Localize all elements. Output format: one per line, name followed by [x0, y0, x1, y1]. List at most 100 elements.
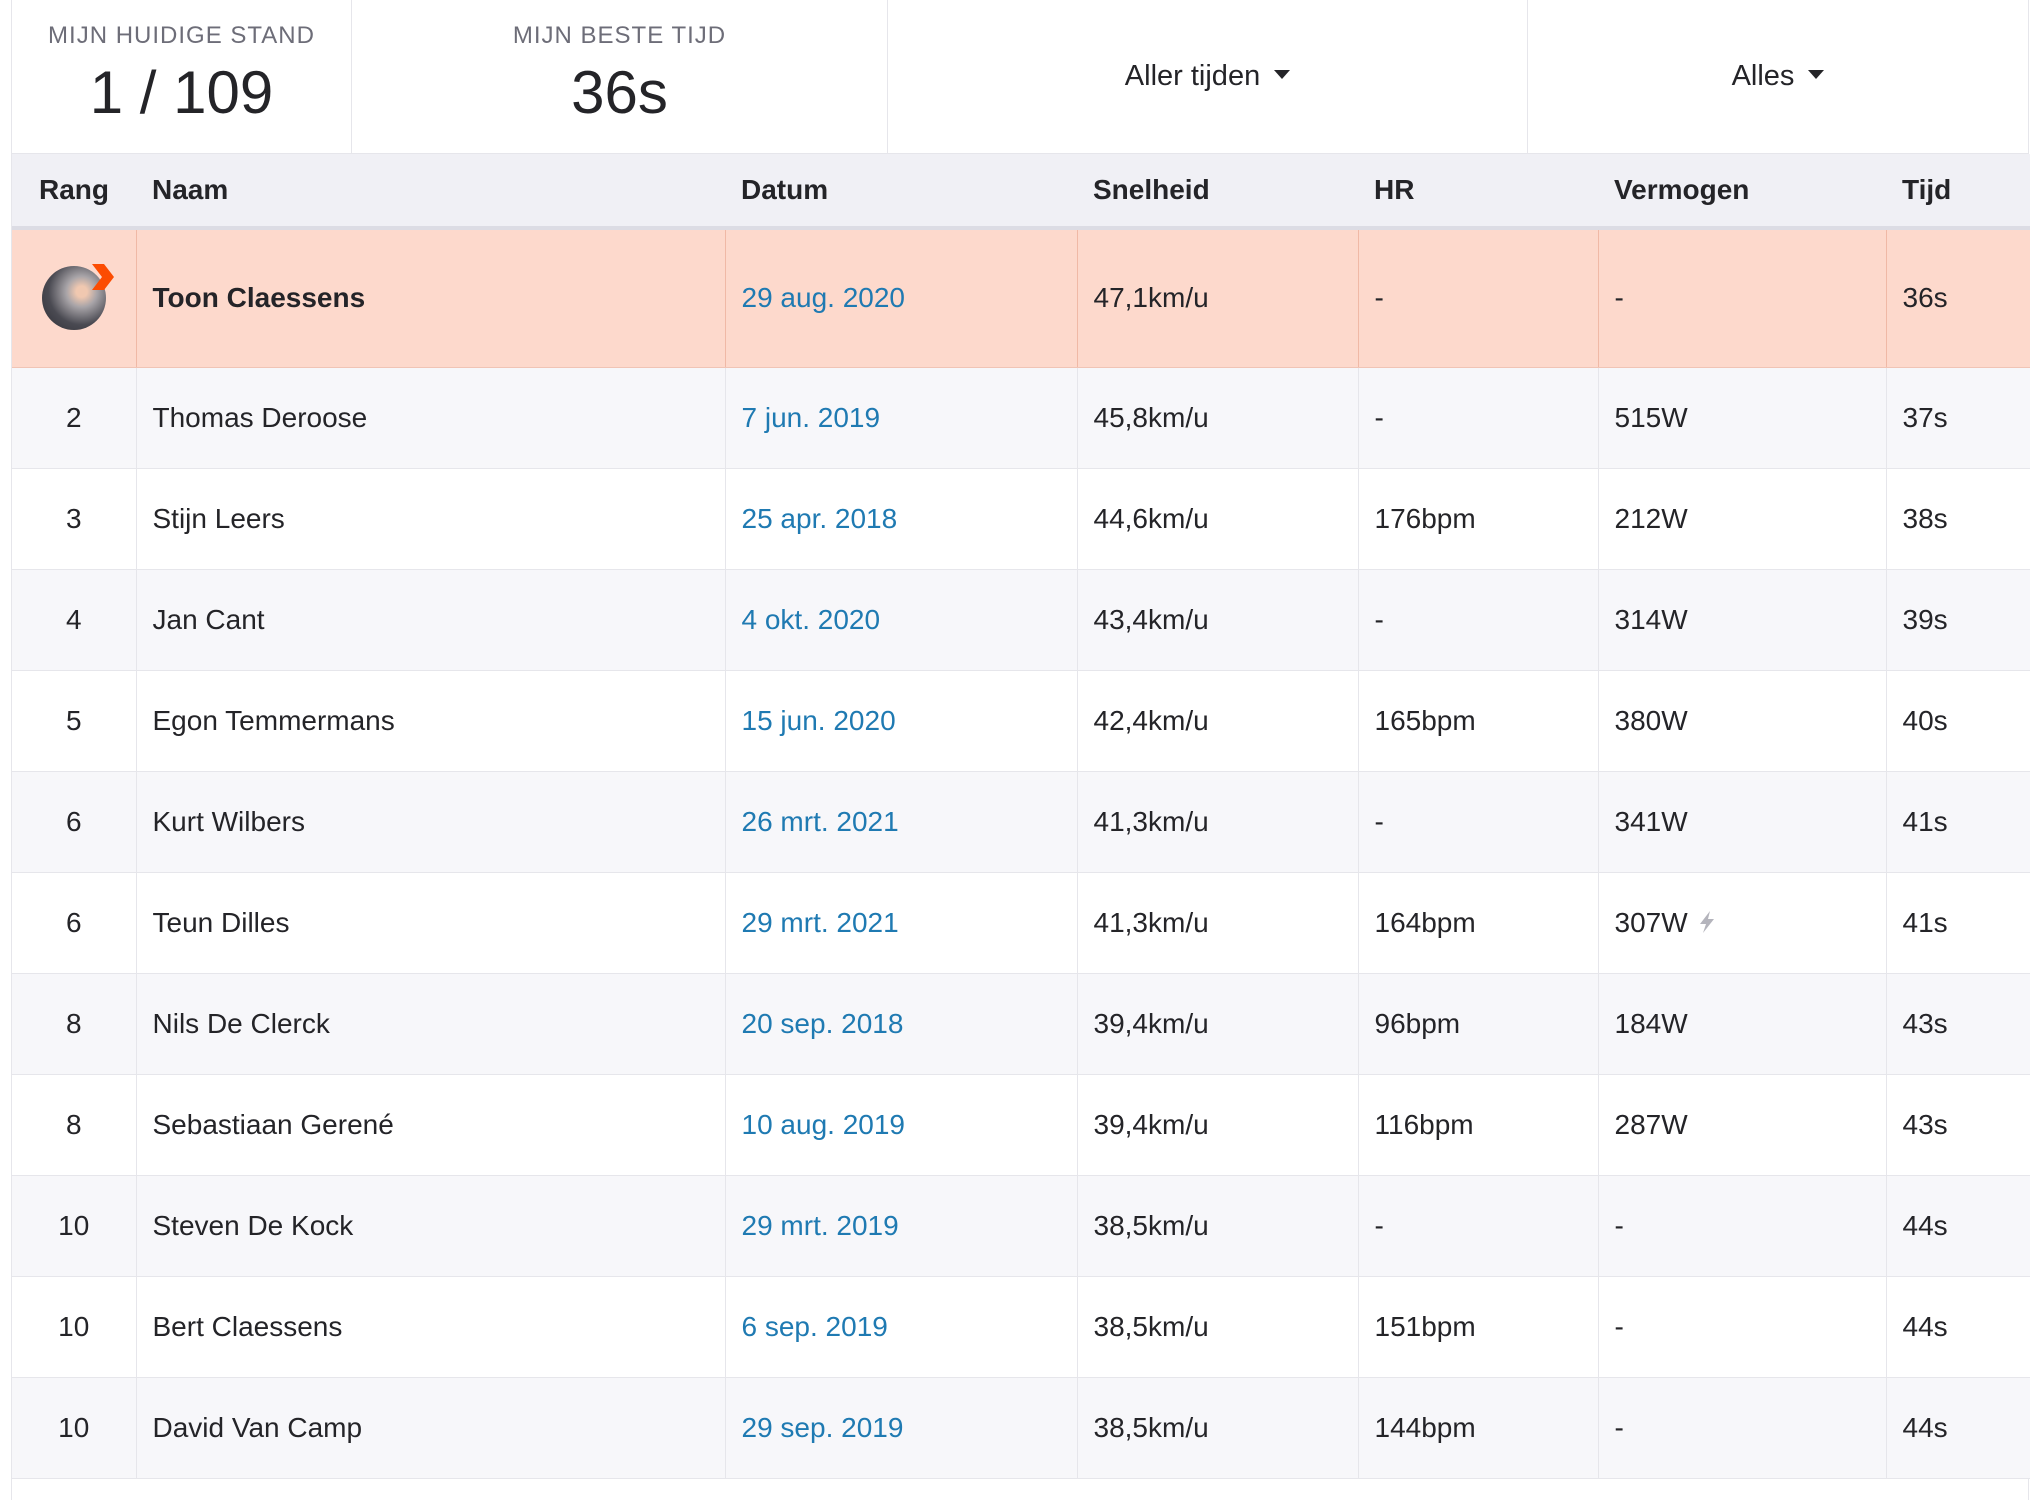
time-cell: 41s: [1885, 771, 2030, 873]
effort-date-link[interactable]: 29 aug. 2020: [742, 282, 906, 313]
column-header-power[interactable]: Vermogen: [1598, 154, 1886, 230]
speed-cell: 38,5km/u: [1076, 1377, 1358, 1479]
effort-date-link[interactable]: 15 jun. 2020: [742, 705, 896, 736]
effort-date-link[interactable]: 29 mrt. 2019: [742, 1210, 899, 1241]
speed-cell: 38,5km/u: [1076, 1276, 1358, 1378]
column-header-date[interactable]: Datum: [725, 154, 1077, 230]
power-cell: 287W: [1597, 1074, 1886, 1176]
effort-date-link[interactable]: 20 sep. 2018: [742, 1008, 904, 1039]
speed-cell: 41,3km/u: [1076, 771, 1358, 873]
effort-date: 10 aug. 2019: [724, 1074, 1077, 1176]
rank-cell: 10: [12, 1175, 136, 1277]
athlete-name[interactable]: David Van Camp: [135, 1377, 725, 1479]
best-time-stat: MIJN BESTE TIJD 36s: [352, 0, 888, 153]
column-header-rank[interactable]: Rang: [12, 154, 136, 230]
column-header-speed[interactable]: Snelheid: [1077, 154, 1358, 230]
athlete-name[interactable]: Sebastiaan Gerené: [135, 1074, 725, 1176]
athlete-name[interactable]: Steven De Kock: [135, 1175, 725, 1277]
time-cell: 37s: [1885, 367, 2030, 469]
hr-cell: -: [1357, 771, 1598, 873]
hr-cell: 144bpm: [1357, 1377, 1598, 1479]
table-row[interactable]: 6 Teun Dilles 29 mrt. 2021 41,3km/u 164b…: [12, 872, 2030, 974]
table-row[interactable]: 10 Bert Claessens 6 sep. 2019 38,5km/u 1…: [12, 1276, 2030, 1378]
effort-date: 25 apr. 2018: [724, 468, 1077, 570]
hr-cell: -: [1357, 228, 1598, 368]
table-header-row: Rang Naam Datum Snelheid HR Vermogen Tij…: [12, 154, 2030, 230]
effort-date: 29 sep. 2019: [724, 1377, 1077, 1479]
speed-cell: 45,8km/u: [1076, 367, 1358, 469]
time-cell: 44s: [1885, 1377, 2030, 1479]
rank-cell: 5: [12, 670, 136, 772]
time-cell: 44s: [1885, 1276, 2030, 1378]
power-cell: -: [1597, 1377, 1886, 1479]
athlete-name[interactable]: Thomas Deroose: [135, 367, 725, 469]
scope-dropdown[interactable]: Alles: [1528, 0, 2028, 153]
column-header-hr[interactable]: HR: [1358, 154, 1598, 230]
leaderboard-table: Rang Naam Datum Snelheid HR Vermogen Tij…: [12, 154, 2030, 1479]
rank-cell: 8: [12, 973, 136, 1075]
effort-date-link[interactable]: 29 mrt. 2021: [742, 907, 899, 938]
athlete-name[interactable]: Bert Claessens: [135, 1276, 725, 1378]
table-row[interactable]: 5 Egon Temmermans 15 jun. 2020 42,4km/u …: [12, 670, 2030, 772]
rank-cell: [12, 228, 136, 368]
power-cell: 515W: [1597, 367, 1886, 469]
stats-bar: MIJN HUIDIGE STAND 1 / 109 MIJN BESTE TI…: [12, 0, 2028, 154]
effort-date-link[interactable]: 6 sep. 2019: [742, 1311, 888, 1342]
effort-date-link[interactable]: 26 mrt. 2021: [742, 806, 899, 837]
table-row[interactable]: 10 David Van Camp 29 sep. 2019 38,5km/u …: [12, 1377, 2030, 1479]
athlete-name[interactable]: Kurt Wilbers: [135, 771, 725, 873]
power-cell: 314W: [1597, 569, 1886, 671]
time-range-label: Aller tijden: [1124, 60, 1261, 92]
athlete-name[interactable]: Jan Cant: [135, 569, 725, 671]
table-row[interactable]: 4 Jan Cant 4 okt. 2020 43,4km/u - 314W 3…: [12, 569, 2030, 671]
estimated-power-bolt-icon: [1699, 910, 1714, 933]
current-rank-stat: MIJN HUIDIGE STAND 1 / 109: [12, 0, 352, 153]
chevron-right-badge-icon: [91, 264, 114, 291]
column-header-name[interactable]: Naam: [136, 154, 725, 230]
speed-cell: 44,6km/u: [1076, 468, 1358, 570]
table-row[interactable]: 3 Stijn Leers 25 apr. 2018 44,6km/u 176b…: [12, 468, 2030, 570]
power-cell: -: [1597, 228, 1886, 368]
effort-date: 20 sep. 2018: [724, 973, 1077, 1075]
best-time-value: 36s: [571, 59, 668, 126]
time-cell: 38s: [1885, 468, 2030, 570]
table-row[interactable]: 2 Thomas Deroose 7 jun. 2019 45,8km/u - …: [12, 367, 2030, 469]
table-row-current-user[interactable]: Toon Claessens 29 aug. 2020 47,1km/u - -…: [12, 228, 2030, 368]
hr-cell: -: [1357, 1175, 1598, 1277]
power-value: 307W: [1614, 906, 1688, 938]
time-cell: 39s: [1885, 569, 2030, 671]
effort-date: 6 sep. 2019: [724, 1276, 1077, 1378]
hr-cell: 176bpm: [1357, 468, 1598, 570]
time-cell: 41s: [1885, 872, 2030, 974]
effort-date-link[interactable]: 7 jun. 2019: [742, 402, 881, 433]
table-row[interactable]: 8 Sebastiaan Gerené 10 aug. 2019 39,4km/…: [12, 1074, 2030, 1176]
speed-cell: 39,4km/u: [1076, 1074, 1358, 1176]
rank-cell: 6: [12, 872, 136, 974]
hr-cell: 164bpm: [1357, 872, 1598, 974]
effort-date: 26 mrt. 2021: [724, 771, 1077, 873]
time-cell: 36s: [1885, 228, 2030, 368]
time-range-dropdown[interactable]: Aller tijden: [888, 0, 1528, 153]
athlete-name[interactable]: Teun Dilles: [135, 872, 725, 974]
column-header-time[interactable]: Tijd: [1886, 154, 2030, 230]
hr-cell: 116bpm: [1357, 1074, 1598, 1176]
speed-cell: 43,4km/u: [1076, 569, 1358, 671]
rank-cell: 8: [12, 1074, 136, 1176]
athlete-name[interactable]: Egon Temmermans: [135, 670, 725, 772]
table-row[interactable]: 10 Steven De Kock 29 mrt. 2019 38,5km/u …: [12, 1175, 2030, 1277]
effort-date-link[interactable]: 29 sep. 2019: [742, 1412, 904, 1443]
effort-date: 29 mrt. 2019: [724, 1175, 1077, 1277]
best-time-label: MIJN BESTE TIJD: [512, 22, 727, 49]
table-row[interactable]: 6 Kurt Wilbers 26 mrt. 2021 41,3km/u - 3…: [12, 771, 2030, 873]
rank-cell: 10: [12, 1377, 136, 1479]
effort-date-link[interactable]: 25 apr. 2018: [742, 503, 898, 534]
effort-date-link[interactable]: 4 okt. 2020: [742, 604, 881, 635]
avatar[interactable]: [41, 264, 114, 331]
athlete-name[interactable]: Stijn Leers: [135, 468, 725, 570]
athlete-name[interactable]: Nils De Clerck: [135, 973, 725, 1075]
current-rank-label: MIJN HUIDIGE STAND: [48, 22, 315, 49]
table-row[interactable]: 8 Nils De Clerck 20 sep. 2018 39,4km/u 9…: [12, 973, 2030, 1075]
athlete-name[interactable]: Toon Claessens: [135, 228, 725, 368]
effort-date-link[interactable]: 10 aug. 2019: [742, 1109, 906, 1140]
power-cell: -: [1597, 1175, 1886, 1277]
